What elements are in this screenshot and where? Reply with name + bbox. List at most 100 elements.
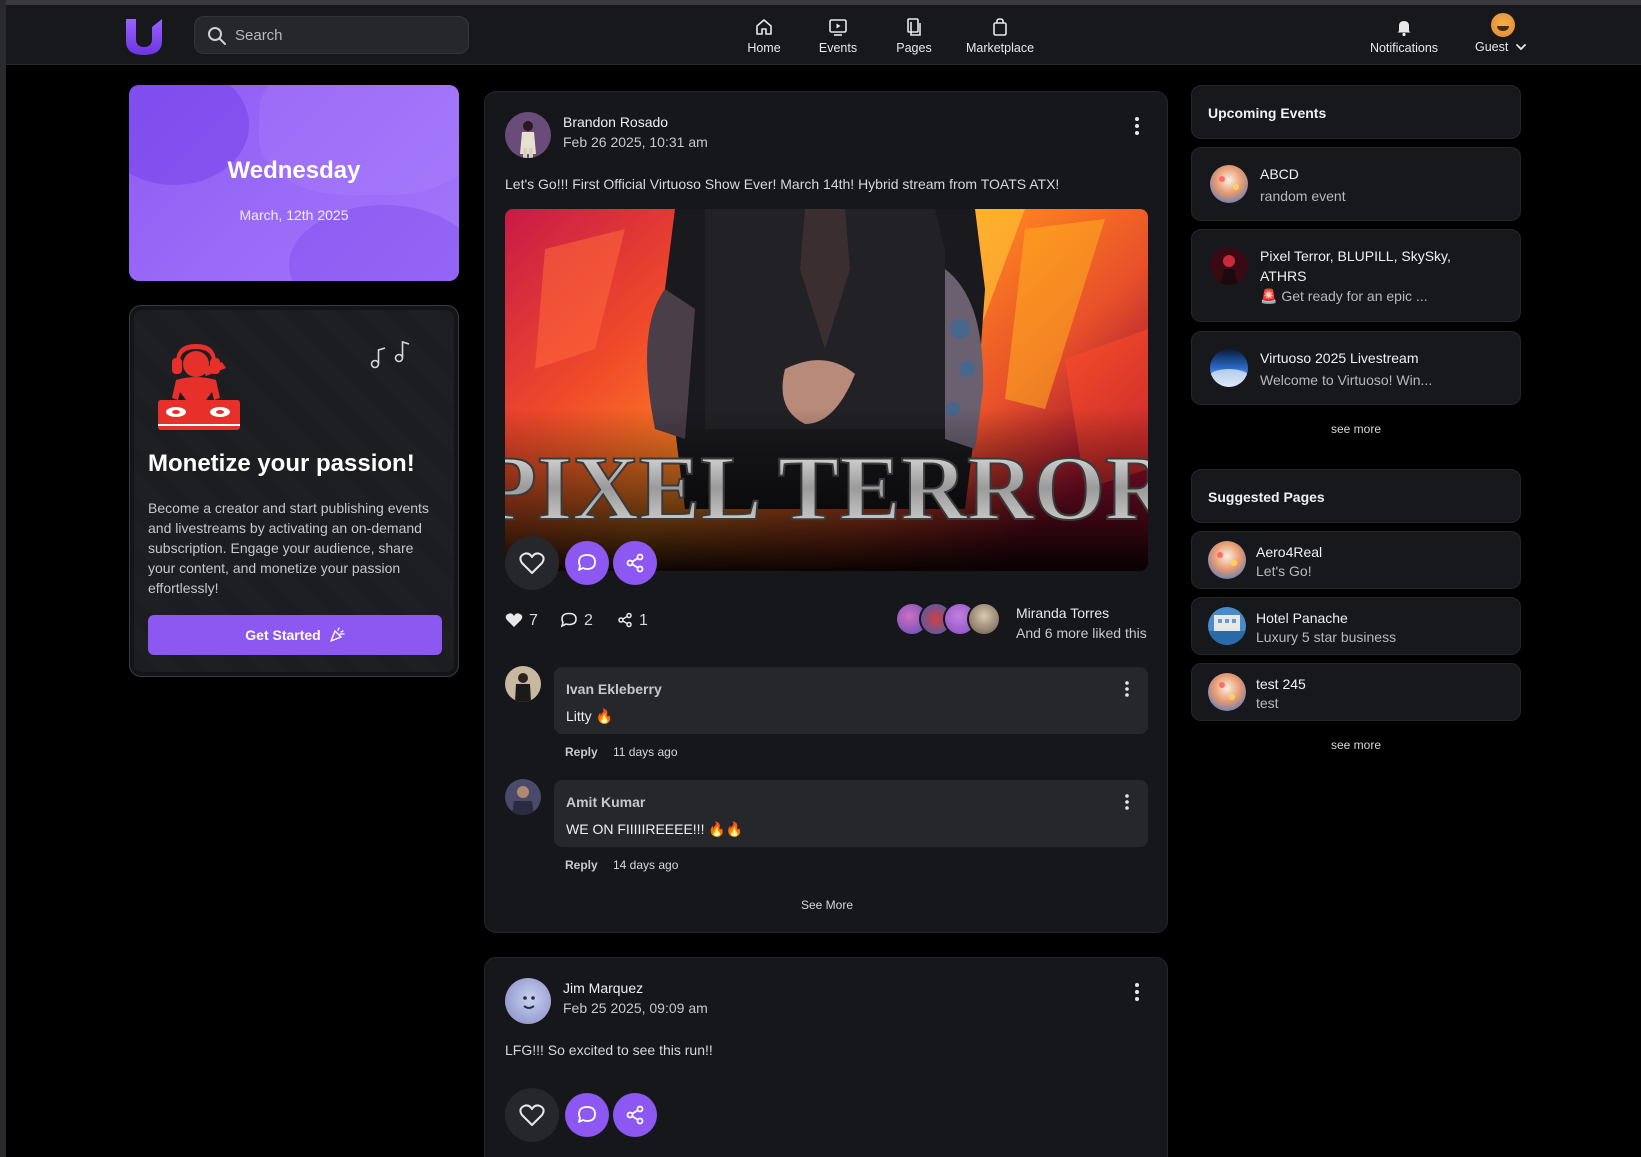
event-item[interactable]: ABCD random event — [1191, 147, 1521, 221]
more-options-icon[interactable] — [1127, 980, 1147, 1004]
bell-icon — [1397, 21, 1411, 37]
page-thumbnail — [1208, 673, 1246, 711]
search-icon — [208, 27, 226, 45]
liked-by-more[interactable]: And 6 more liked this — [1016, 625, 1147, 641]
party-popper-icon — [330, 627, 345, 642]
feed-post: Jim Marquez Feb 25 2025, 09:09 am LFG!!!… — [484, 957, 1168, 1157]
event-title-line-1: Pixel Terror, BLUPILL, SkySky, — [1260, 248, 1451, 264]
window-left-border — [0, 0, 6, 1157]
more-options-icon[interactable] — [1120, 679, 1134, 699]
comment-author-name[interactable]: Amit Kumar — [566, 794, 645, 810]
user-avatar[interactable] — [1491, 13, 1515, 37]
marketplace-icon — [993, 18, 1007, 36]
heart-filled-icon — [505, 613, 523, 627]
page-title: Aero4Real — [1256, 544, 1323, 560]
comment-button[interactable] — [565, 1093, 609, 1137]
heart-outline-icon — [519, 1104, 545, 1126]
see-more-events-link[interactable]: see more — [1191, 422, 1521, 436]
nav-pages-label: Pages — [896, 41, 932, 55]
nav-events[interactable]: Events — [814, 15, 862, 59]
chevron-down-icon[interactable] — [1515, 42, 1527, 52]
virtuoso-logo-icon[interactable] — [124, 17, 168, 57]
upcoming-events-header: Upcoming Events — [1191, 85, 1521, 139]
promo-body: Become a creator and start publishing ev… — [148, 500, 429, 596]
reply-button[interactable]: Reply — [565, 858, 598, 872]
date-card: Wednesday March, 12th 2025 — [129, 85, 459, 281]
promo-title: Monetize your passion! — [148, 450, 415, 477]
nav-marketplace[interactable]: Marketplace — [962, 15, 1038, 59]
get-started-label: Get Started — [245, 627, 321, 643]
comment-icon — [578, 554, 596, 571]
event-title: ABCD — [1260, 166, 1299, 182]
post-text: Let's Go!!! First Official Virtuoso Show… — [505, 176, 1060, 192]
page-subtitle: Luxury 5 star business — [1256, 629, 1397, 645]
page-thumbnail — [1208, 541, 1246, 579]
promo-background: Monetize your passion! Become a creator … — [134, 310, 454, 672]
comment-icon — [578, 1106, 596, 1123]
nav-marketplace-label: Marketplace — [965, 41, 1035, 55]
comment-author-avatar[interactable] — [505, 666, 541, 702]
like-button[interactable] — [505, 1088, 559, 1142]
liked-by-name[interactable]: Miranda Torres — [1016, 605, 1109, 621]
share-count[interactable]: 1 — [617, 612, 648, 630]
events-icon — [829, 19, 847, 36]
share-icon — [618, 612, 632, 628]
comment-button[interactable] — [565, 541, 609, 585]
post-image-title: PIXEL TERROR — [505, 437, 1148, 539]
comment-author-name[interactable]: Ivan Ekleberry — [566, 681, 662, 697]
liker-avatars[interactable] — [895, 602, 1001, 638]
notifications-button[interactable]: Notifications — [1364, 15, 1444, 59]
page-title: Hotel Panache — [1256, 610, 1348, 626]
event-subtitle: Welcome to Virtuoso! Win... — [1260, 372, 1433, 388]
heart-outline-icon — [519, 552, 545, 574]
get-started-button[interactable]: Get Started — [148, 615, 442, 655]
nav-events-label: Events — [818, 41, 858, 55]
post-image[interactable]: PIXEL TERROR — [505, 209, 1148, 571]
share-button[interactable] — [613, 541, 657, 585]
post-author-name[interactable]: Jim Marquez — [563, 980, 643, 996]
suggested-pages-title: Suggested Pages — [1208, 489, 1325, 505]
like-count[interactable]: 7 — [505, 612, 538, 630]
search-box[interactable] — [194, 16, 469, 54]
comment-count-value: 2 — [584, 612, 593, 629]
search-input[interactable] — [235, 17, 460, 53]
feed-post: Brandon Rosado Feb 26 2025, 10:31 am Let… — [484, 91, 1168, 933]
reply-button[interactable]: Reply — [565, 745, 598, 759]
event-thumbnail — [1210, 165, 1248, 203]
share-button[interactable] — [613, 1093, 657, 1137]
pages-icon — [907, 18, 921, 36]
creator-promo-card: Monetize your passion! Become a creator … — [129, 305, 459, 677]
comment-age: 14 days ago — [613, 858, 679, 872]
page-thumbnail — [1208, 607, 1246, 645]
see-more-comments-link[interactable]: See More — [485, 898, 1169, 912]
post-author-name[interactable]: Brandon Rosado — [563, 114, 668, 130]
post-text: LFG!!! So excited to see this run!! — [505, 1042, 713, 1058]
post-author-avatar[interactable] — [505, 112, 551, 158]
nav-pages[interactable]: Pages — [890, 15, 938, 59]
notifications-label: Notifications — [1369, 41, 1439, 55]
weekday-label: Wednesday — [227, 157, 361, 184]
comment-text: Litty 🔥 — [566, 708, 613, 724]
event-item[interactable]: Pixel Terror, BLUPILL, SkySky, ATHRS 🚨 Ge… — [1191, 229, 1521, 322]
more-options-icon[interactable] — [1120, 792, 1134, 812]
upcoming-events-title: Upcoming Events — [1208, 105, 1327, 121]
user-label[interactable]: Guest — [1475, 40, 1508, 54]
page-title: test 245 — [1256, 676, 1306, 692]
event-item[interactable]: Virtuoso 2025 Livestream Welcome to Virt… — [1191, 331, 1521, 405]
comment-count[interactable]: 2 — [560, 612, 593, 630]
suggested-page-item[interactable]: Aero4Real Let's Go! — [1191, 531, 1521, 589]
share-icon — [626, 1105, 644, 1125]
nav-home[interactable]: Home — [740, 15, 788, 59]
event-title: Virtuoso 2025 Livestream — [1260, 350, 1419, 366]
suggested-page-item[interactable]: Hotel Panache Luxury 5 star business — [1191, 597, 1521, 655]
like-count-value: 7 — [529, 612, 538, 629]
suggested-page-item[interactable]: test 245 test — [1191, 663, 1521, 721]
see-more-pages-link[interactable]: see more — [1191, 738, 1521, 752]
share-count-value: 1 — [639, 612, 648, 629]
like-button[interactable] — [505, 536, 559, 590]
page-subtitle: test — [1256, 695, 1279, 711]
post-author-avatar[interactable] — [505, 978, 551, 1024]
more-options-icon[interactable] — [1127, 114, 1147, 138]
comment-author-avatar[interactable] — [505, 779, 541, 815]
liker-avatar[interactable] — [967, 602, 1001, 636]
